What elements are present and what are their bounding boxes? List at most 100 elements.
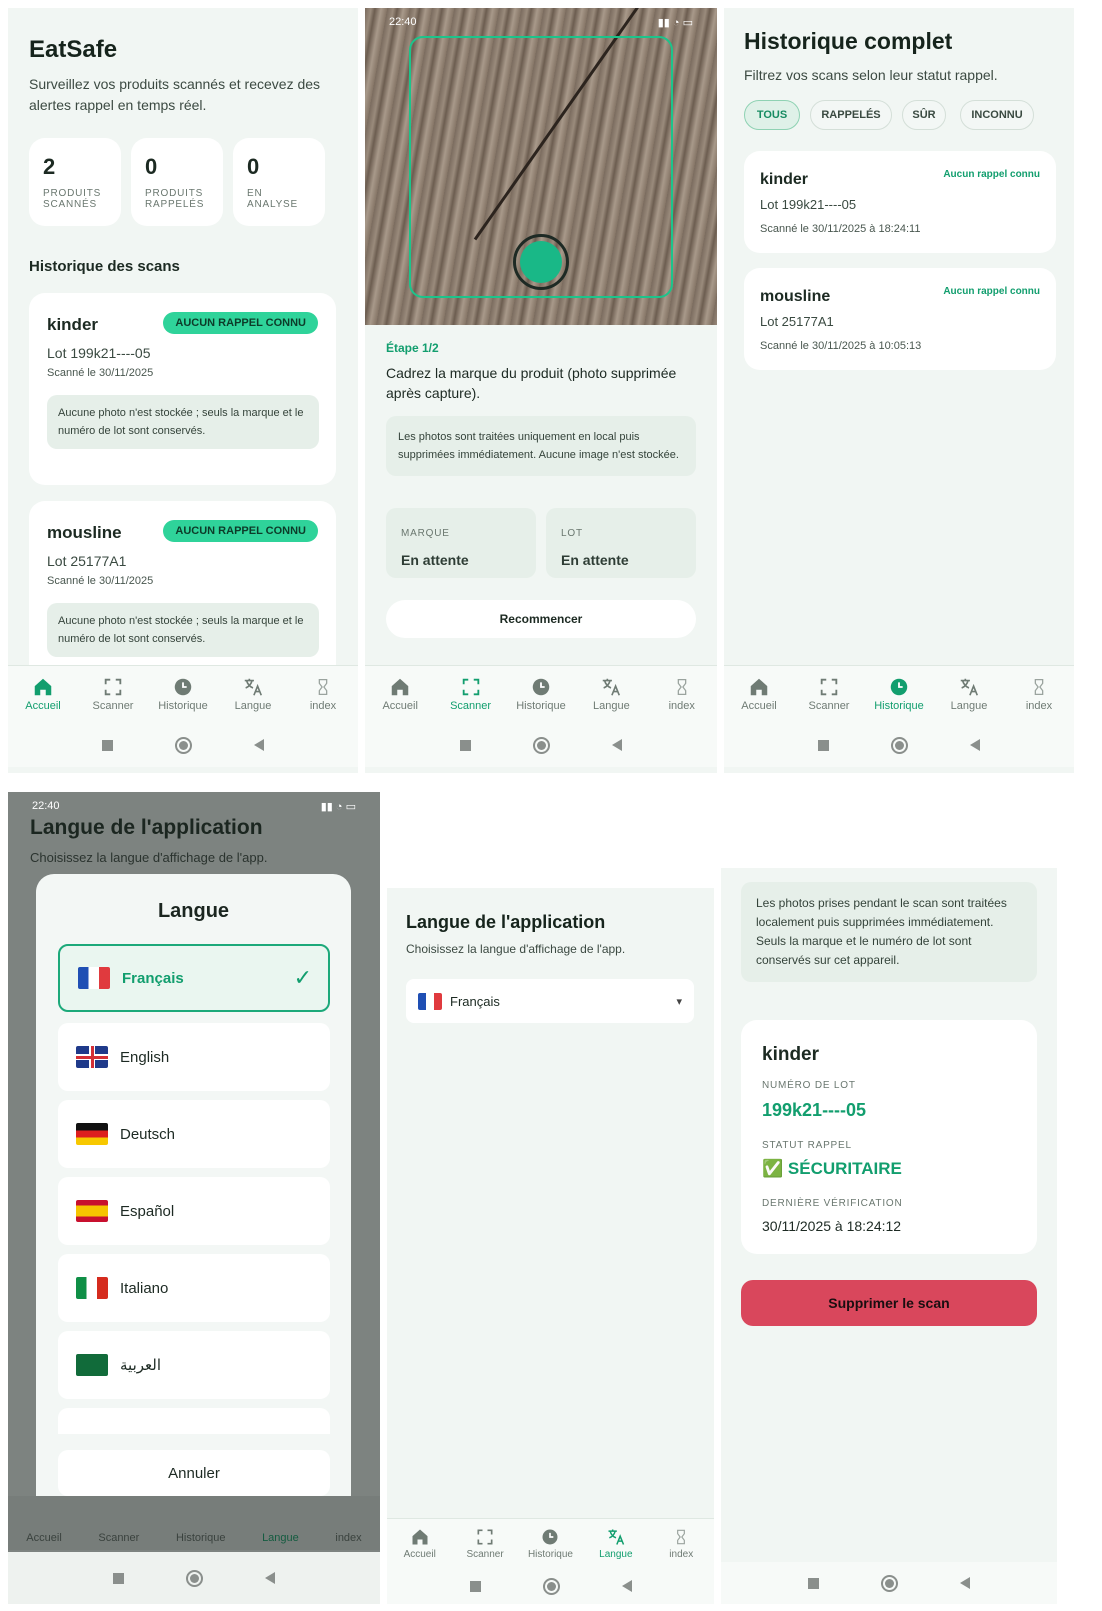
nav-scanner[interactable]: Scanner: [799, 676, 859, 712]
stat-label: PRODUITS: [145, 188, 204, 199]
nav-langue[interactable]: Langue: [939, 676, 999, 712]
system-nav: [365, 723, 717, 767]
status-icons: ▮▮ ◔ ▭: [320, 801, 356, 813]
hourglass-icon: [1034, 679, 1044, 695]
nav-langue[interactable]: Langue: [581, 676, 641, 712]
back-button[interactable]: [265, 1572, 275, 1584]
flag-france-icon: [418, 992, 442, 1010]
nav-langue[interactable]: Langue: [223, 676, 283, 712]
nav-historique[interactable]: Historique: [153, 676, 213, 712]
translate-icon: [960, 678, 979, 696]
home-button[interactable]: [186, 1569, 203, 1587]
nav-historique[interactable]: Historique: [520, 1527, 580, 1560]
recents-button[interactable]: [469, 1580, 481, 1592]
app-subtitle: Surveillez vos produits scannés et recev…: [29, 76, 321, 113]
scan-frame-icon: [820, 678, 838, 696]
scanner-screen: 22:40 ▮▮ ◔ ▭ Étape 1/2 Cadrez la marque d…: [365, 8, 717, 773]
nav-accueil[interactable]: Accueil: [26, 1532, 61, 1544]
nav-label: Historique: [158, 700, 208, 712]
recents-button[interactable]: [818, 739, 829, 751]
nav-label: Langue: [950, 700, 988, 712]
scan-name: mousline: [47, 523, 122, 542]
bottom-nav-dimmed: Accueil Scanner Historique Langue index: [8, 1496, 380, 1550]
capture-button[interactable]: [513, 234, 569, 290]
filter-tous[interactable]: TOUS: [744, 100, 800, 130]
home-button[interactable]: [881, 1574, 898, 1592]
nav-label: Scanner: [808, 700, 850, 712]
nav-accueil[interactable]: Accueil: [729, 676, 789, 712]
lang-option-arabic[interactable]: العربية: [58, 1331, 330, 1399]
home-button[interactable]: [533, 736, 550, 754]
nav-langue[interactable]: Langue: [586, 1527, 646, 1560]
flag-cross: [90, 1046, 94, 1068]
back-button[interactable]: [254, 739, 264, 751]
item-name: mousline: [760, 288, 831, 305]
nav-index[interactable]: index: [1009, 676, 1069, 712]
flag-spain-icon: [76, 1200, 108, 1222]
lang-option-espanol[interactable]: Español: [58, 1177, 330, 1245]
nav-label: Historique: [874, 700, 924, 712]
home-button[interactable]: [175, 736, 192, 754]
lang-option-italiano[interactable]: Italiano: [58, 1254, 330, 1322]
stat-label: RAPPELÉS: [145, 199, 205, 210]
nav-accueil[interactable]: Accueil: [13, 676, 73, 712]
status-value: ✅ SÉCURITAIRE: [762, 1159, 902, 1178]
home-button[interactable]: [542, 1577, 560, 1595]
nav-label: Scanner: [450, 700, 492, 712]
home-button[interactable]: [891, 736, 908, 754]
lang-label: Deutsch: [120, 1125, 176, 1143]
filter-sur[interactable]: SÛR: [902, 100, 946, 130]
scan-card-kinder[interactable]: kinder AUCUN RAPPEL CONNU Lot 199k21----…: [29, 293, 336, 485]
privacy-note: Les photos prises pendant le scan sont t…: [741, 882, 1037, 982]
bottom-nav: Accueil Scanner Historique Langue index: [387, 1518, 714, 1568]
nav-scanner[interactable]: Scanner: [441, 676, 501, 712]
nav-accueil[interactable]: Accueil: [390, 1527, 450, 1560]
nav-label: Scanner: [92, 700, 134, 712]
nav-scanner[interactable]: Scanner: [98, 1532, 139, 1544]
nav-index[interactable]: index: [335, 1532, 361, 1544]
recents-button[interactable]: [808, 1577, 819, 1589]
delete-scan-button[interactable]: Supprimer le scan: [741, 1280, 1037, 1326]
dialog-title: Langue: [157, 900, 230, 922]
brand-label: MARQUE: [401, 528, 450, 539]
lang-option-deutsch[interactable]: Deutsch: [58, 1100, 330, 1168]
nav-scanner[interactable]: Scanner: [83, 676, 143, 712]
nav-index[interactable]: index: [651, 1527, 711, 1560]
lang-option-francais[interactable]: Français ✓: [58, 944, 330, 1012]
back-button[interactable]: [970, 739, 980, 751]
filter-inconnu[interactable]: INCONNU: [960, 100, 1034, 130]
nav-label: Accueil: [741, 700, 777, 712]
home-screen: EatSafe Surveillez vos produits scannés …: [8, 8, 358, 773]
lot-label: LOT: [561, 528, 583, 539]
system-nav: [724, 723, 1074, 767]
language-select[interactable]: Français ▾: [406, 979, 694, 1023]
filter-rappeles[interactable]: RAPPELÉS: [810, 100, 892, 130]
nav-index[interactable]: index: [293, 676, 353, 712]
status-bar: 22:40 ▮▮ ◔ ▭: [8, 792, 380, 818]
lang-option-english[interactable]: English: [58, 1023, 330, 1091]
cancel-button[interactable]: Annuler: [58, 1450, 330, 1496]
nav-historique[interactable]: Historique: [869, 676, 929, 712]
restart-button[interactable]: Recommencer: [386, 600, 696, 638]
item-lot: Lot 199k21----05: [760, 197, 857, 212]
system-nav: [8, 723, 358, 767]
nav-scanner[interactable]: Scanner: [455, 1527, 515, 1560]
recents-button[interactable]: [460, 739, 471, 751]
history-item-mousline[interactable]: mousline Aucun rappel connu Lot 25177A1 …: [744, 268, 1056, 370]
nav-historique[interactable]: Historique: [176, 1532, 226, 1544]
recents-button[interactable]: [102, 739, 113, 751]
nav-langue[interactable]: Langue: [262, 1532, 299, 1544]
back-button[interactable]: [960, 1577, 970, 1589]
nav-historique[interactable]: Historique: [511, 676, 571, 712]
stat-label: EN: [247, 188, 263, 199]
language-dialog: Langue Français ✓ English Deutsch Españo…: [36, 874, 351, 1516]
nav-accueil[interactable]: Accueil: [370, 676, 430, 712]
back-button[interactable]: [621, 1580, 632, 1592]
history-item-kinder[interactable]: kinder Aucun rappel connu Lot 199k21----…: [744, 151, 1056, 253]
recents-button[interactable]: [113, 1572, 124, 1584]
lot-field: LOT En attente: [546, 508, 696, 578]
nav-index[interactable]: index: [652, 676, 712, 712]
language-screen: Langue de l'application Choisissez la la…: [387, 888, 714, 1604]
back-button[interactable]: [612, 739, 622, 751]
nav-label: Langue: [234, 700, 272, 712]
